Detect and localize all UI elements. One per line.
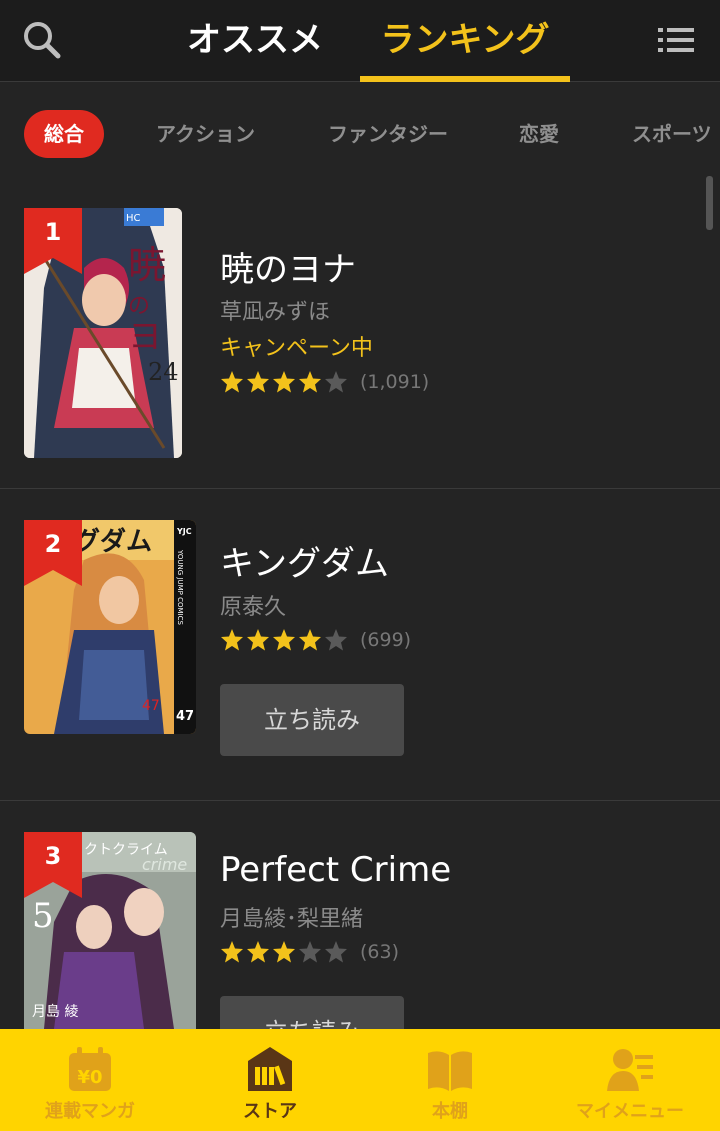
rank-badge: 3 [24,832,82,898]
svg-text:YJC: YJC [176,527,192,536]
cover-author: 月島 綾 [32,1004,78,1020]
tab-recommended[interactable]: オススメ [180,14,330,66]
star-rating: (63) [220,940,399,968]
star-filled-icon [273,941,295,963]
star-empty-icon [299,941,321,963]
star-filled-icon [299,371,321,393]
cover-volume-number: 5 [32,896,54,936]
genre-chip-fantasy[interactable]: ファンタジー [328,110,448,158]
review-count: (1,091) [360,371,430,393]
cover-spine-text: YOUNG JUMP COMICS [176,549,184,625]
book-author: 草凪みずほ [220,300,331,325]
star-filled-icon [247,941,269,963]
svg-text:グダム: グダム [74,526,152,557]
svg-text:¥0: ¥0 [77,1067,102,1088]
genre-chip-sports[interactable]: スポーツ [632,110,712,158]
review-count: (63) [360,941,400,963]
nav-my-menu[interactable]: マイメニュー [540,1029,720,1131]
genre-chip-overall[interactable]: 総合 [24,110,104,158]
bookshelf-icon [248,1047,292,1091]
star-filled-icon [273,629,295,651]
rank-number: 1 [44,218,62,246]
nav-label: 本棚 [432,1101,468,1122]
top-header: オススメ ランキング [0,0,720,82]
star-filled-icon [221,941,243,963]
cover-volume-number: 24 [148,358,179,386]
calendar-yen-icon: ¥0 [69,1047,111,1091]
list-icon[interactable] [656,26,696,54]
genre-chip-action[interactable]: アクション [156,110,255,158]
star-filled-icon [247,371,269,393]
star-empty-icon [325,629,347,651]
star-filled-icon [247,629,269,651]
nav-label: 連載マンガ [45,1101,135,1122]
book-title[interactable]: Perfect Crime [220,850,451,890]
star-empty-icon [325,371,347,393]
svg-text:ヨ: ヨ [128,317,162,357]
trial-read-button[interactable]: 立ち読み [220,996,404,1029]
open-book-icon [428,1051,472,1091]
trial-read-button[interactable]: 立ち読み [220,684,404,756]
user-list-icon [607,1049,653,1091]
star-filled-icon [221,629,243,651]
genre-chip-romance[interactable]: 恋愛 [519,110,559,158]
nav-bookshelf[interactable]: 本棚 [360,1029,540,1131]
divider [0,800,720,801]
cover-volume-number-red: 47 [142,698,160,714]
rank-number: 2 [44,530,62,558]
cover-publisher-label: HC [126,213,141,224]
book-author: 原泰久 [220,595,287,620]
cover-subtitle: crime [142,855,187,874]
rank-number: 3 [44,842,62,870]
rank-badge: 2 [24,520,82,586]
review-count: (699) [360,629,412,651]
genre-filter-bar: 総合 アクション ファンタジー 恋愛 スポーツ [0,82,720,182]
star-filled-icon [273,371,295,393]
nav-label: マイメニュー [576,1101,684,1122]
star-filled-icon [299,629,321,651]
book-title[interactable]: キングダム [220,536,389,585]
rank-badge: 1 [24,208,82,274]
search-icon[interactable] [22,20,62,60]
nav-store[interactable]: ストア [180,1029,360,1131]
star-rating: (699) [220,628,411,656]
nav-label: ストア [243,1101,297,1122]
divider [0,488,720,489]
star-filled-icon [221,371,243,393]
book-title[interactable]: 暁のヨナ [220,242,356,291]
svg-text:暁: 暁 [128,243,166,287]
bottom-navigation: ¥0 連載マンガ ストア 本棚 マイメニュー [0,1029,720,1131]
nav-serial-manga[interactable]: ¥0 連載マンガ [0,1029,180,1131]
book-author: 月島綾･梨里緒 [220,907,364,932]
star-rating: (1,091) [220,370,429,398]
campaign-label: キャンペーン中 [220,336,373,361]
star-empty-icon [325,941,347,963]
tab-ranking[interactable]: ランキング [362,14,568,66]
scrollbar[interactable] [706,176,713,230]
svg-text:の: の [128,294,150,319]
cover-volume-number: 47 [176,709,194,724]
